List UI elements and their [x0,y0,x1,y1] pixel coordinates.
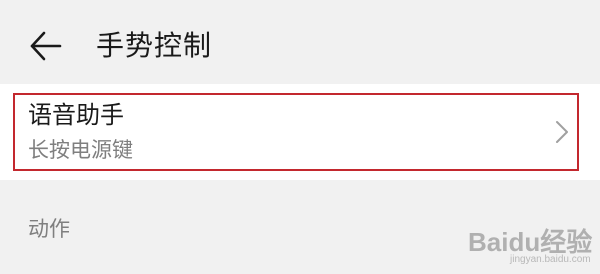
voice-assistant-title: 语音助手 [28,101,124,129]
voice-assistant-subtitle: 长按电源键 [28,138,133,162]
chevron-right-icon [554,119,570,145]
page-title: 手势控制 [96,29,213,62]
back-button[interactable] [26,26,66,66]
top-bar: 手势控制 [0,0,600,84]
arrow-left-icon [30,31,62,61]
section-header-actions: 动作 [28,217,70,241]
baidu-watermark-url: jingyan.baidu.com [510,254,591,265]
